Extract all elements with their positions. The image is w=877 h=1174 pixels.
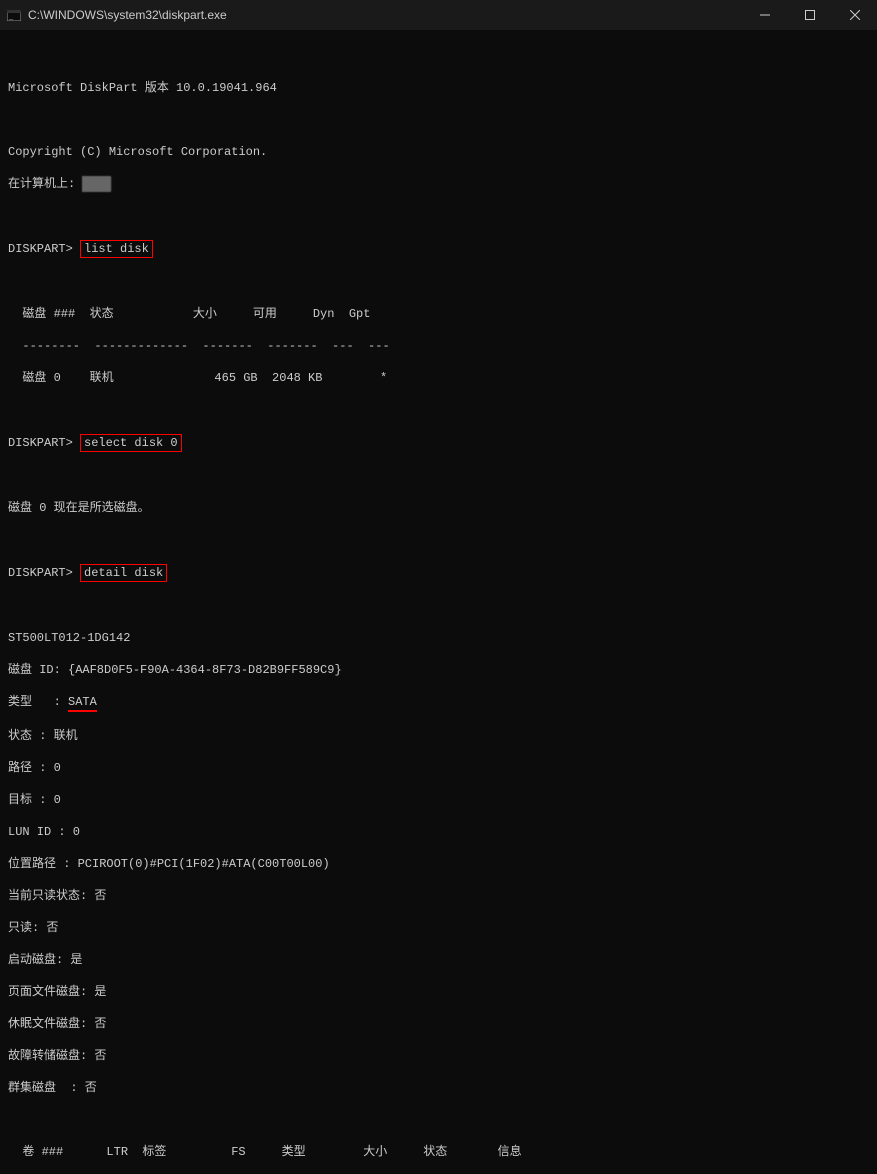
window-title: C:\WINDOWS\system32\diskpart.exe <box>28 8 227 22</box>
disk-lun: LUN ID : 0 <box>8 824 869 840</box>
close-button[interactable] <box>832 0 877 30</box>
disk-model: ST500LT012-1DG142 <box>8 630 869 646</box>
highlight-list-disk: list disk <box>80 240 153 258</box>
disk-status: 状态 : 联机 <box>8 728 869 744</box>
prompt-select-disk: DISKPART> select disk 0 <box>8 434 869 452</box>
disk-boot: 启动磁盘: 是 <box>8 952 869 968</box>
disk-pagefile: 页面文件磁盘: 是 <box>8 984 869 1000</box>
copyright-line: Copyright (C) Microsoft Corporation. <box>8 144 869 160</box>
select-msg: 磁盘 0 现在是所选磁盘。 <box>8 500 869 516</box>
highlight-detail-disk: detail disk <box>80 564 167 582</box>
disk-cluster: 群集磁盘 : 否 <box>8 1080 869 1096</box>
disk-type: 类型 : SATA <box>8 694 869 712</box>
highlight-sata: SATA <box>68 694 97 712</box>
masked-hostname: ████ <box>82 176 111 192</box>
list-disk-header: 磁盘 ### 状态 大小 可用 Dyn Gpt <box>8 306 869 322</box>
prompt-list-disk: DISKPART> list disk <box>8 240 869 258</box>
titlebar: _ C:\WINDOWS\system32\diskpart.exe <box>0 0 877 30</box>
disk-hibernate: 休眠文件磁盘: 否 <box>8 1016 869 1032</box>
prompt-detail-disk: DISKPART> detail disk <box>8 564 869 582</box>
highlight-select-disk: select disk 0 <box>80 434 182 452</box>
version-line: Microsoft DiskPart 版本 10.0.19041.964 <box>8 80 869 96</box>
disk-target: 目标 : 0 <box>8 792 869 808</box>
disk-readonly2: 只读: 否 <box>8 920 869 936</box>
disk-path: 路径 : 0 <box>8 760 869 776</box>
app-icon: _ <box>6 7 22 23</box>
disk-id: 磁盘 ID: {AAF8D0F5-F90A-4364-8F73-D82B9FF5… <box>8 662 869 678</box>
titlebar-left: _ C:\WINDOWS\system32\diskpart.exe <box>6 7 227 23</box>
window-controls <box>742 0 877 30</box>
maximize-button[interactable] <box>787 0 832 30</box>
minimize-button[interactable] <box>742 0 787 30</box>
list-disk-row: 磁盘 0 联机 465 GB 2048 KB * <box>8 370 869 386</box>
disk-location: 位置路径 : PCIROOT(0)#PCI(1F02)#ATA(C00T00L0… <box>8 856 869 872</box>
volumes-header: 卷 ### LTR 标签 FS 类型 大小 状态 信息 <box>8 1144 869 1160</box>
list-disk-divider: -------- ------------- ------- ------- -… <box>8 338 869 354</box>
disk-crashdump: 故障转储磁盘: 否 <box>8 1048 869 1064</box>
terminal-output[interactable]: Microsoft DiskPart 版本 10.0.19041.964 Cop… <box>0 30 877 1174</box>
computer-line: 在计算机上: ████ <box>8 176 869 192</box>
svg-text:_: _ <box>8 14 14 21</box>
disk-readonly: 当前只读状态: 否 <box>8 888 869 904</box>
